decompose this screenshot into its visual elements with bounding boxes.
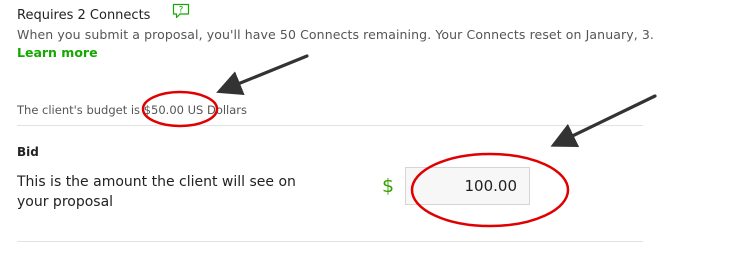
divider	[17, 241, 643, 242]
annotation-arrow	[216, 54, 309, 96]
bid-description: This is the amount the client will see o…	[17, 174, 296, 210]
connects-note: When you submit a proposal, you'll have …	[17, 27, 655, 42]
connects-requirement: Requires 2 Connects	[17, 8, 151, 23]
learn-more-link[interactable]: Learn more	[17, 45, 98, 60]
svg-text:?: ?	[179, 6, 184, 16]
bid-amount-input[interactable]	[405, 167, 530, 205]
annotation-arrow	[550, 94, 657, 147]
speech-bubble-question-icon[interactable]: ?	[172, 3, 190, 20]
client-budget: The client's budget is $50.00 US Dollars	[17, 103, 248, 117]
divider	[17, 125, 643, 126]
currency-symbol: $	[382, 175, 395, 197]
bid-heading: Bid	[17, 145, 39, 159]
